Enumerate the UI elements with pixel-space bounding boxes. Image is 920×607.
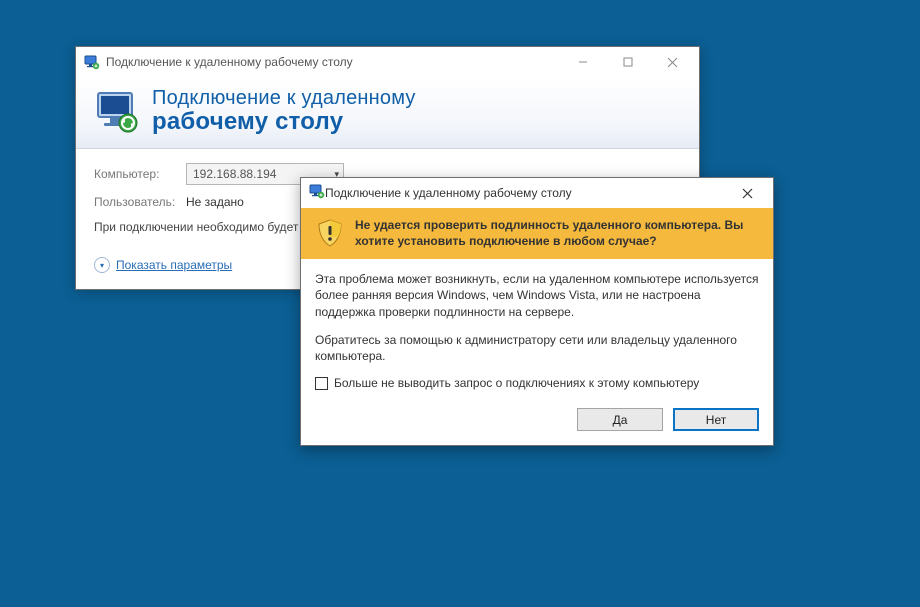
chevron-down-circle-icon: ▾: [94, 257, 110, 273]
minimize-button[interactable]: [560, 48, 605, 76]
dialog-paragraph-2: Обратитесь за помощью к администратору с…: [315, 332, 759, 364]
rdp-app-icon: [309, 183, 325, 204]
rdp-header-text: Подключение к удаленному рабочему столу: [152, 87, 416, 136]
show-options-label: Показать параметры: [116, 258, 232, 272]
rdp-header-line1: Подключение к удаленному: [152, 87, 416, 110]
rdp-window-title: Подключение к удаленному рабочему столу: [106, 55, 560, 69]
user-value: Не задано: [186, 195, 244, 209]
dialog-body: Эта проблема может возникнуть, если на у…: [301, 259, 773, 408]
window-controls: [560, 48, 695, 76]
rdp-monitor-icon: [94, 89, 140, 135]
yes-button[interactable]: Да: [577, 408, 663, 431]
dialog-warning-text: Не удается проверить подлинность удаленн…: [355, 218, 759, 249]
dialog-title: Подключение к удаленному рабочему столу: [325, 186, 725, 200]
shield-warning-icon: [315, 218, 345, 248]
rdp-app-icon: [84, 54, 100, 70]
rdp-titlebar: Подключение к удаленному рабочему столу: [76, 47, 699, 77]
show-options-link[interactable]: ▾ Показать параметры: [94, 257, 232, 273]
dialog-titlebar: Подключение к удаленному рабочему столу: [301, 178, 773, 208]
dialog-paragraph-1: Эта проблема может возникнуть, если на у…: [315, 271, 759, 320]
computer-value: 192.168.88.194: [193, 167, 276, 181]
computer-label: Компьютер:: [94, 167, 186, 181]
auth-warning-dialog: Подключение к удаленному рабочему столу …: [300, 177, 774, 446]
checkbox-box: [315, 377, 328, 390]
no-button[interactable]: Нет: [673, 408, 759, 431]
dialog-button-row: Да Нет: [301, 408, 773, 445]
dialog-warning-band: Не удается проверить подлинность удаленн…: [301, 208, 773, 259]
rdp-header-band: Подключение к удаленному рабочему столу: [76, 77, 699, 149]
close-button[interactable]: [650, 48, 695, 76]
user-label: Пользователь:: [94, 195, 186, 209]
dont-ask-again-checkbox[interactable]: Больше не выводить запрос о подключениях…: [315, 376, 759, 390]
checkbox-label: Больше не выводить запрос о подключениях…: [334, 376, 699, 390]
maximize-button[interactable]: [605, 48, 650, 76]
rdp-header-line2: рабочему столу: [152, 108, 416, 136]
dialog-close-button[interactable]: [725, 179, 769, 207]
